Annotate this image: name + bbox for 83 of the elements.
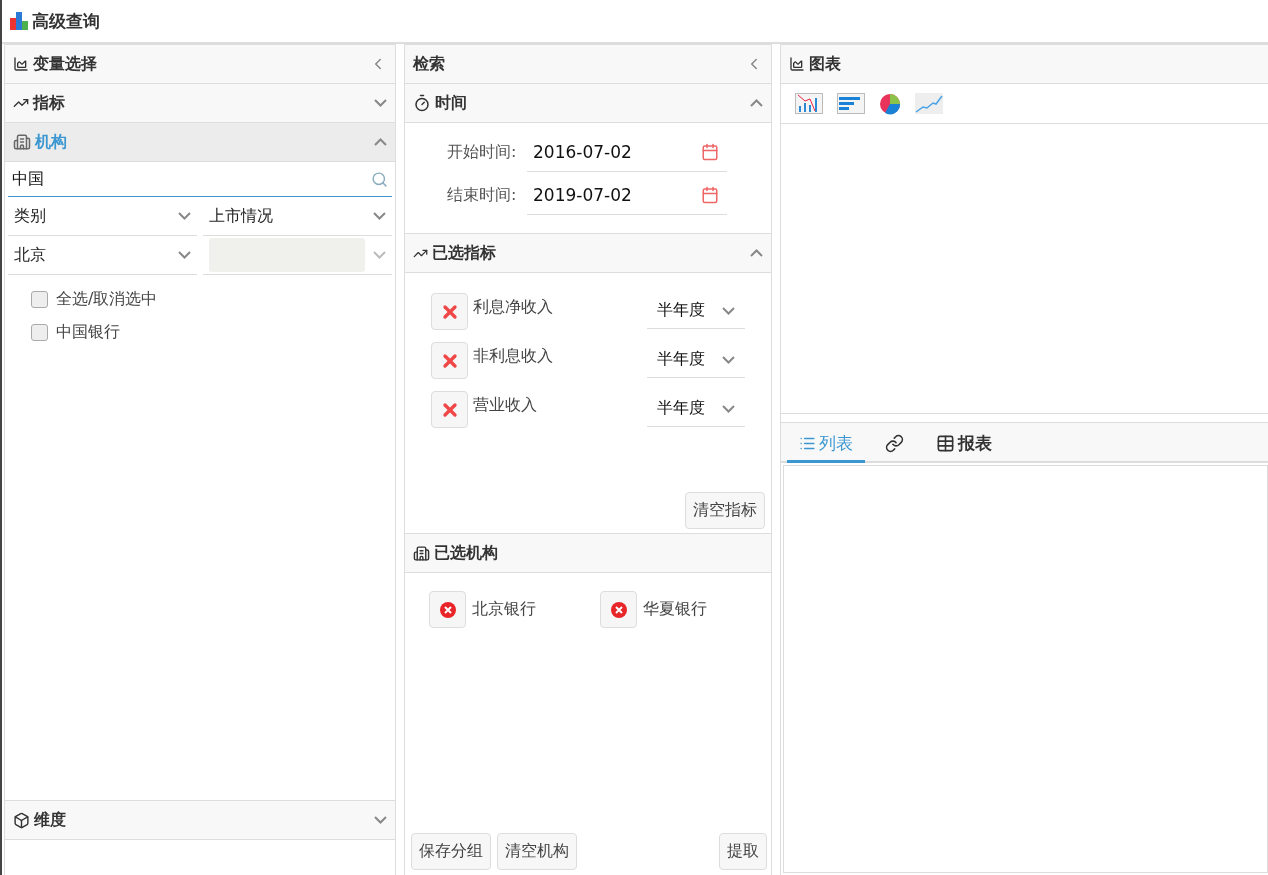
institution-name: 北京银行 (472, 599, 536, 620)
period-value: 半年度 (657, 398, 706, 419)
section-title: 已选指标 (432, 242, 496, 264)
indicator-name: 非利息收入 (472, 345, 554, 367)
chevron-down-icon[interactable] (374, 99, 387, 107)
table-icon (936, 434, 955, 453)
remove-button[interactable] (431, 342, 468, 379)
column-chart-icon[interactable] (795, 93, 823, 114)
remove-button[interactable] (429, 591, 466, 628)
date-field[interactable]: 2016-07-02 (527, 133, 727, 172)
building-icon (413, 544, 430, 562)
date-label: 开始时间: (447, 142, 518, 163)
window-title: 高级查询 (32, 9, 100, 33)
close-icon (438, 600, 457, 619)
panel-title: 变量选择 (33, 53, 97, 75)
period-dropdown[interactable]: 半年度 (647, 391, 745, 427)
period-dropdown[interactable]: 半年度 (647, 342, 745, 378)
search-icon[interactable] (371, 170, 388, 188)
chevron-down-icon (178, 212, 191, 220)
remove-button[interactable] (431, 293, 468, 330)
date-label: 结束时间: (447, 185, 518, 206)
remove-button[interactable] (600, 591, 637, 628)
dropdown[interactable]: 类别 (8, 197, 197, 236)
line-chart-icon[interactable] (915, 93, 943, 114)
chevron-down-icon (178, 251, 191, 259)
chevron-down-icon (722, 306, 735, 315)
action-button[interactable]: 保存分组 (411, 833, 491, 870)
chevron-down-icon[interactable] (374, 816, 387, 824)
checkbox[interactable] (31, 324, 48, 341)
checkbox[interactable] (31, 291, 48, 308)
checkbox-label: 中国银行 (56, 322, 120, 343)
dropdown[interactable]: 上市情况 (203, 197, 392, 236)
dropdown[interactable]: 北京 (8, 236, 197, 275)
panel-title: 检索 (413, 53, 445, 75)
date-field[interactable]: 2019-07-02 (527, 176, 727, 215)
building-icon (13, 133, 31, 151)
search-value: 中国 (12, 168, 45, 190)
section-header[interactable]: 时间 (405, 84, 771, 123)
section-title: 指标 (33, 92, 65, 114)
indicator-name: 利息净收入 (472, 296, 554, 318)
chevron-down-icon (373, 212, 386, 220)
bar-chart-icon (10, 12, 30, 30)
list-icon (799, 435, 816, 452)
dropdown-value: 上市情况 (209, 204, 274, 227)
dropdown-value: 类别 (14, 204, 47, 227)
search-field[interactable]: 中国 (8, 162, 392, 197)
chevron-down-icon (722, 404, 735, 413)
chevron-down-icon (373, 251, 386, 259)
date-value: 2016-07-02 (533, 142, 633, 162)
dropdown-value: 北京 (14, 243, 47, 266)
section-header[interactable]: 维度 (5, 800, 395, 840)
pie-chart-icon[interactable] (879, 92, 901, 115)
period-value: 半年度 (657, 349, 706, 370)
tab[interactable]: 报表 (924, 427, 1004, 463)
section-title: 时间 (435, 92, 467, 114)
clear-indicators-button[interactable]: 清空指标 (685, 492, 765, 529)
link-icon (885, 434, 904, 453)
indicator-name: 营业收入 (472, 394, 538, 416)
institution-name: 华夏银行 (643, 599, 707, 620)
chevron-up-icon[interactable] (750, 249, 763, 257)
chevron-up-icon[interactable] (374, 138, 387, 146)
remove-button[interactable] (431, 391, 468, 428)
chevron-down-icon (722, 355, 735, 364)
date-value: 2019-07-02 (533, 185, 633, 205)
section-title: 已选机构 (434, 542, 498, 564)
calendar-icon[interactable] (701, 186, 719, 204)
close-icon (609, 600, 628, 619)
timer-icon (413, 94, 431, 112)
section-title: 机构 (35, 131, 67, 153)
period-value: 半年度 (657, 300, 706, 321)
checkbox-label: 全选/取消选中 (56, 289, 158, 310)
chevron-up-icon[interactable] (750, 99, 763, 107)
area-chart-icon (789, 56, 805, 72)
period-dropdown[interactable]: 半年度 (647, 293, 745, 329)
section-header[interactable]: 指标 (5, 84, 395, 123)
action-button[interactable]: 提取 (719, 833, 767, 870)
calendar-icon[interactable] (701, 143, 719, 161)
bar-chart-icon[interactable] (837, 93, 865, 114)
panel-title: 图表 (809, 53, 841, 75)
action-button[interactable]: 清空机构 (497, 833, 577, 870)
cube-icon (13, 811, 30, 829)
section-header[interactable]: 已选指标 (405, 234, 771, 273)
section-title: 维度 (34, 809, 66, 831)
